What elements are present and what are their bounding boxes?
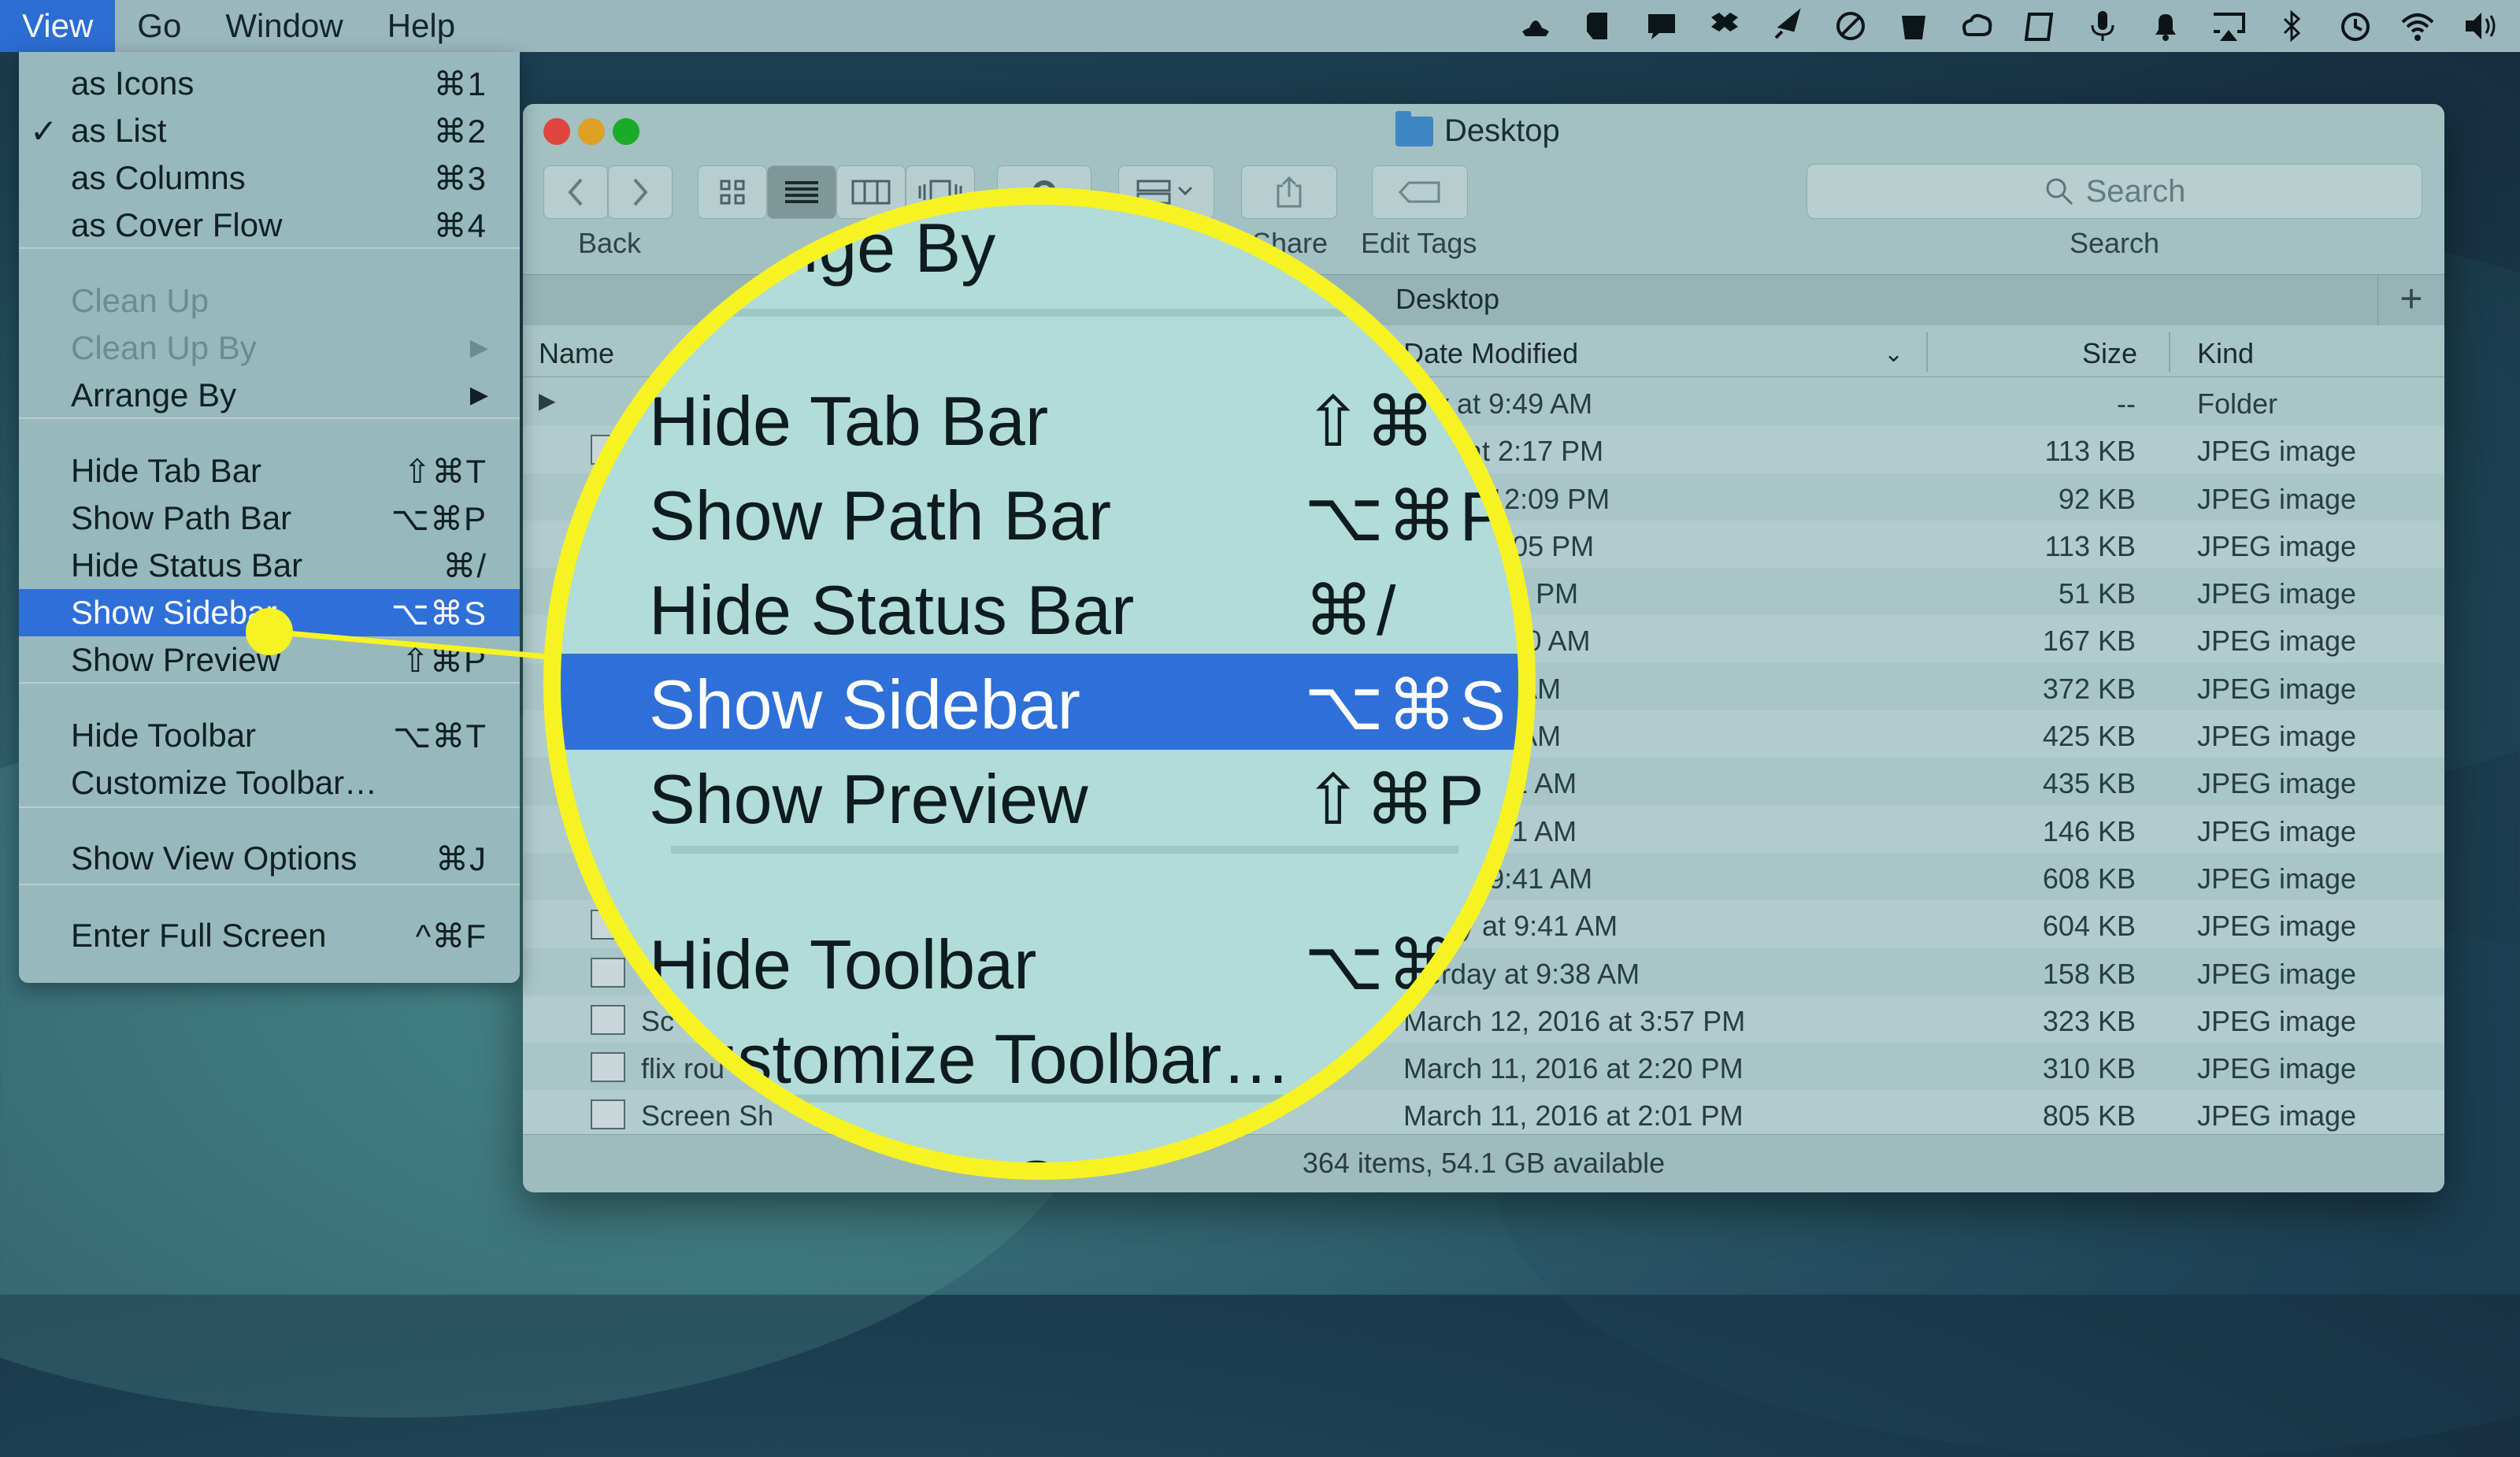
zoom-item-shortcut: ⌥⌘T <box>1304 926 1506 1004</box>
zoom-item-shortcut: ⇧⌘P <box>1304 761 1488 839</box>
zoom-item-show-sidebar: Show Sidebar ⌥⌘S <box>561 654 1518 750</box>
zoom-separator <box>671 1095 1458 1103</box>
zoom-item-label: Hide Status Bar <box>649 571 1135 649</box>
zoom-item-label: Show Sidebar <box>649 665 1080 743</box>
zoom-item-hide-tab-bar: Hide Tab Bar ⇧⌘T <box>561 370 1518 466</box>
zoom-item-label: Show Preview <box>649 760 1088 838</box>
zoom-item-label: Hide Toolbar <box>649 925 1037 1003</box>
magnifier-callout: Arrange By Hide Tab Bar ⇧⌘T Show Path Bar ⌥⌘… <box>543 187 1536 1180</box>
zoom-item-label: Hide Tab Bar <box>649 382 1049 460</box>
zoom-item-label: Show Path Bar <box>649 476 1111 554</box>
zoom-item-customize-toolbar: Customize Toolbar… <box>561 1008 1518 1104</box>
zoom-item-label: Arrange By <box>649 209 996 287</box>
zoom-item-shortcut: ⌥⌘S <box>1304 666 1510 744</box>
zoom-item-show-preview: Show Preview ⇧⌘P <box>561 748 1518 844</box>
zoom-item-shortcut: ⌥⌘P <box>1304 477 1510 555</box>
zoom-item-hide-status-bar: Hide Status Bar ⌘/ <box>561 559 1518 655</box>
zoom-separator <box>671 846 1458 854</box>
zoom-item-shortcut: ⌘/ <box>1304 572 1399 650</box>
zoom-item-label: Customize Toolbar… <box>649 1020 1292 1098</box>
zoom-item-show-path-bar: Show Path Bar ⌥⌘P <box>561 465 1518 561</box>
zoom-item-shortcut: ⇧⌘T <box>1304 383 1484 461</box>
zoom-separator <box>671 309 1458 317</box>
zoom-item-arrange-by: Arrange By <box>561 205 1518 293</box>
zoom-item-hide-toolbar: Hide Toolbar ⌥⌘T <box>561 914 1518 1010</box>
